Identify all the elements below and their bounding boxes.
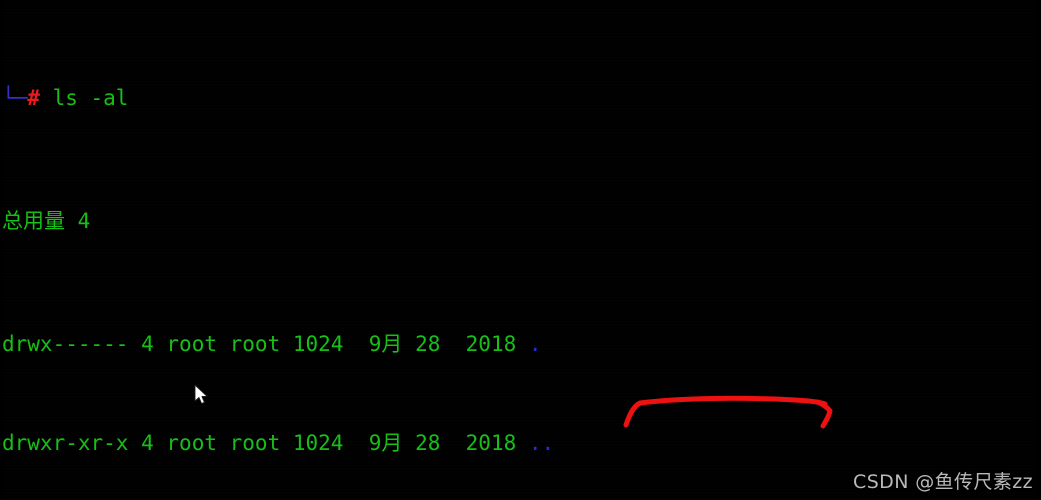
ls-sep8 [516,332,529,356]
ls-sep2 [154,332,167,356]
ls-size: 1024 [292,430,344,455]
ls-owner: root [166,332,217,357]
ls-sep4 [280,332,293,356]
ls-sep6 [402,332,415,356]
ls-group: root [229,430,281,455]
ls-sep4 [280,431,293,455]
terminal-screen: └─# ls -al 总用量 4 drwx------ 4 root root … [0,0,1041,500]
table-row: drwxr-xr-x 4 root root 1024 9月 28 2018 .… [0,431,1041,456]
ls-month: 9月 [368,430,403,455]
ls-sep3 [217,332,230,356]
ls-size: 1024 [292,332,344,357]
ls-group: root [229,332,281,357]
ls-day: 28 [415,332,441,357]
ls-sep [128,431,141,455]
ls-sep [128,332,141,356]
terminal-line-total-first: 总用量 4 [0,209,1041,234]
ls-links: 4 [141,332,154,357]
table-row: drwx------ 4 root root 1024 9月 28 2018 . [0,332,1041,357]
terminal-line-clipped-command: └─# ls -al [0,86,1041,111]
ls-day: 28 [415,430,441,455]
ls-sep7 [440,431,465,455]
ls-sep7 [440,332,465,356]
ls-perms: drwxr-xr-x [2,430,129,455]
ls-filename[interactable]: . [529,332,542,356]
ls-sep5 [343,332,368,356]
ls-year: 2018 [465,430,517,455]
prompt-frame-glyph: └─ [2,86,28,111]
ls-links: 4 [141,430,154,455]
terminal-window[interactable]: └─# ls -al 总用量 4 drwx------ 4 root root … [0,0,1041,500]
ls-sep6 [402,431,415,455]
ls-month: 9月 [368,332,403,357]
ls-year: 2018 [465,332,517,357]
total-label: 总用量 4 [2,209,91,234]
prompt-hash-icon: # [27,86,40,111]
ls-owner: root [166,430,217,455]
ls-sep2 [154,431,167,455]
command-text: ls -al [39,86,129,111]
screen-edge-right [1037,0,1041,500]
ls-perms: drwx------ [2,332,129,357]
ls-filename[interactable]: .. [529,431,554,455]
ls-sep8 [516,431,529,455]
csdn-watermark: CSDN @鱼传尺素zz [853,471,1033,493]
screen-edge-left [0,0,3,500]
ls-sep3 [217,431,230,455]
ls-sep5 [343,431,368,455]
